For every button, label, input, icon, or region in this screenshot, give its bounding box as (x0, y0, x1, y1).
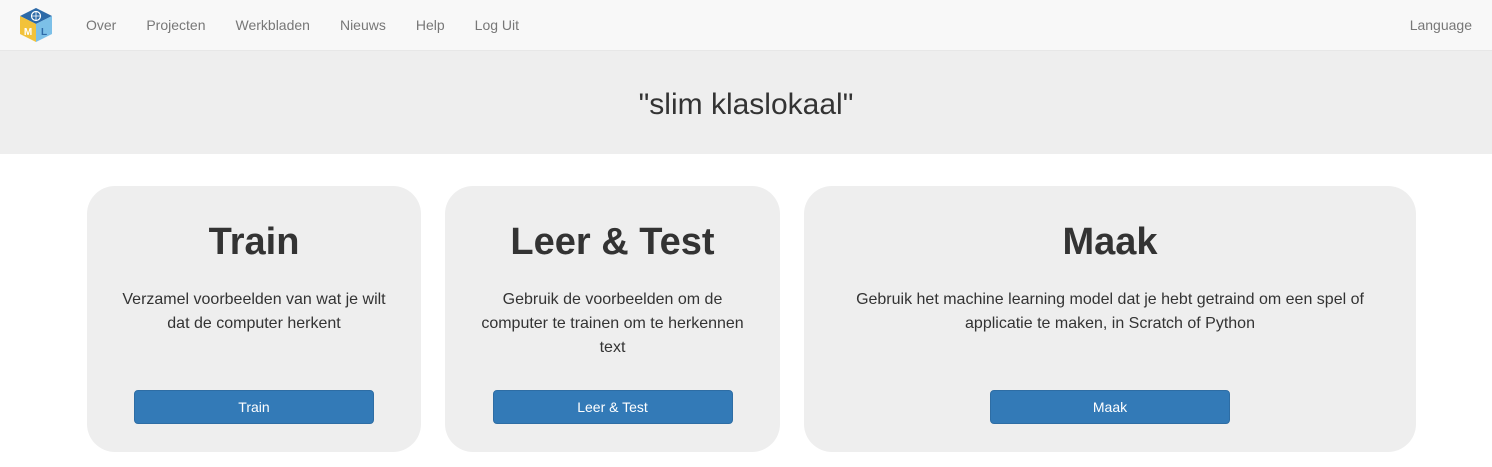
logo-letter-m: M (24, 27, 32, 38)
make-button[interactable]: Maak (990, 390, 1230, 424)
nav-link-help[interactable]: Help (401, 0, 460, 50)
train-card-description: Verzamel voorbeelden van wat je wilt dat… (122, 291, 386, 332)
project-header: "slim klaslokaal" (0, 51, 1492, 154)
ml-cube-logo-icon[interactable]: M L (17, 6, 55, 44)
make-card-title: Maak (1062, 221, 1158, 263)
train-card: Train Verzamel voorbeelden van wat je wi… (87, 186, 421, 452)
learn-test-card-title: Leer & Test (510, 221, 715, 263)
train-button[interactable]: Train (134, 390, 374, 424)
nav-link-over[interactable]: Over (71, 0, 131, 50)
nav-links: Over Projecten Werkbladen Nieuws Help Lo… (71, 0, 534, 50)
logo-letter-l: L (41, 27, 47, 38)
make-card-description: Gebruik het machine learning model dat j… (856, 291, 1364, 332)
nav-link-log-uit[interactable]: Log Uit (460, 0, 534, 50)
make-card: Maak Gebruik het machine learning model … (804, 186, 1416, 452)
page-title: "slim klaslokaal" (638, 87, 854, 121)
nav-link-werkbladen[interactable]: Werkbladen (221, 0, 325, 50)
train-card-title: Train (208, 221, 300, 263)
language-menu[interactable]: Language (1395, 0, 1487, 50)
learn-test-button[interactable]: Leer & Test (492, 390, 733, 424)
top-navbar: M L Over Projecten Werkbladen Nieuws Hel… (0, 0, 1492, 51)
learn-test-card: Leer & Test Gebruik de voorbeelden om de… (445, 186, 780, 452)
nav-link-nieuws[interactable]: Nieuws (325, 0, 401, 50)
learn-test-card-description: Gebruik de voorbeelden om de computer te… (481, 291, 744, 356)
nav-link-projecten[interactable]: Projecten (131, 0, 220, 50)
